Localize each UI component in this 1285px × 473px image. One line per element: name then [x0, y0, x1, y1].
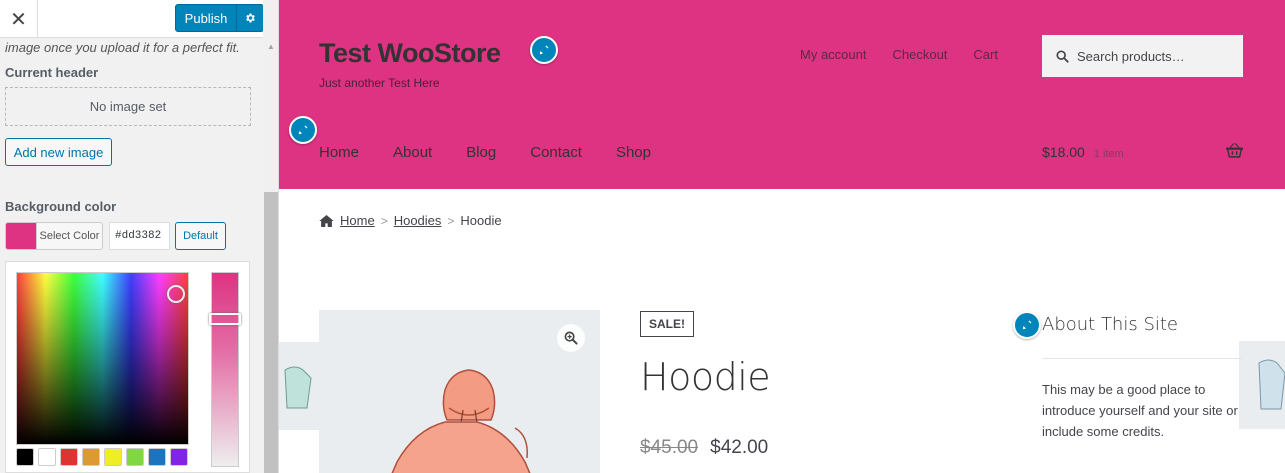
palette-color-swatch[interactable] — [170, 448, 188, 466]
nav-link-my-account[interactable]: My account — [800, 47, 866, 62]
product-image[interactable] — [319, 310, 600, 473]
add-new-image-button[interactable]: Add new image — [5, 138, 112, 166]
color-picker — [5, 261, 250, 473]
zoom-icon[interactable] — [557, 324, 585, 352]
hex-color-input[interactable]: #dd3382 — [109, 222, 170, 250]
scrollbar-thumb[interactable] — [264, 192, 278, 473]
product-price: $45.00 $42.00 — [640, 437, 768, 459]
widget-text: This may be a good place to introduce yo… — [1042, 382, 1238, 439]
gear-icon[interactable] — [237, 12, 263, 24]
sidebar-scrollbar[interactable]: ▲ — [263, 0, 278, 473]
header-image-placeholder: No image set — [5, 87, 251, 126]
menu-item-home[interactable]: Home — [319, 144, 359, 161]
home-icon — [319, 214, 334, 227]
hue-slider-handle[interactable] — [209, 313, 241, 325]
widget-divider — [1042, 358, 1243, 359]
customizer-sidebar: ✕ Publish image once you upload it for a… — [0, 0, 279, 473]
publish-label[interactable]: Publish — [176, 11, 236, 26]
menu-item-about[interactable]: About — [393, 144, 432, 161]
primary-navigation: Home About Blog Contact Shop — [319, 144, 685, 161]
sale-badge: SALE! — [640, 311, 694, 337]
widget-title: About This Site — [1042, 314, 1179, 335]
nav-link-checkout[interactable]: Checkout — [892, 47, 947, 62]
saturation-overlay — [17, 273, 188, 444]
site-header: Test WooStore Just another Test Here My … — [279, 0, 1285, 189]
menu-item-blog[interactable]: Blog — [466, 144, 496, 161]
header-image-description: image once you upload it for a perfect f… — [5, 40, 240, 55]
product-title: Hoodie — [640, 355, 771, 399]
color-palette — [16, 448, 188, 466]
cart-count[interactable]: 1 item — [1094, 148, 1124, 160]
cart-amount[interactable]: $18.00 — [1042, 144, 1085, 160]
palette-color-swatch[interactable] — [82, 448, 100, 466]
product-search-input[interactable]: Search products… — [1042, 35, 1243, 77]
current-header-label: Current header — [5, 65, 99, 80]
close-button[interactable]: ✕ — [0, 0, 38, 38]
menu-item-shop[interactable]: Shop — [616, 144, 651, 161]
select-color-label[interactable]: Select Color — [36, 223, 102, 249]
breadcrumb-current: Hoodie — [460, 213, 502, 228]
regular-price: $45.00 — [640, 437, 699, 458]
select-color-button[interactable]: Select Color — [5, 222, 103, 250]
hue-slider[interactable] — [209, 272, 241, 467]
edit-title-pencil-icon[interactable] — [530, 36, 558, 64]
basket-icon[interactable] — [1226, 143, 1243, 163]
palette-color-swatch[interactable] — [148, 448, 166, 466]
site-tagline: Just another Test Here — [319, 76, 440, 90]
search-placeholder: Search products… — [1077, 48, 1185, 64]
breadcrumb: Home > Hoodies > Hoodie — [319, 213, 502, 228]
breadcrumb-separator-icon: > — [447, 213, 455, 228]
menu-item-contact[interactable]: Contact — [530, 144, 582, 161]
site-preview: Test WooStore Just another Test Here My … — [279, 0, 1285, 473]
customizer-header: ✕ Publish — [0, 0, 264, 38]
background-color-label: Background color — [5, 199, 117, 214]
default-color-button[interactable]: Default — [175, 222, 226, 250]
saturation-area[interactable] — [16, 272, 189, 445]
breadcrumb-home[interactable]: Home — [340, 213, 375, 228]
publish-button[interactable]: Publish — [175, 4, 264, 32]
palette-color-swatch[interactable] — [126, 448, 144, 466]
palette-color-swatch[interactable] — [38, 448, 56, 466]
edit-widget-pencil-icon[interactable] — [1013, 311, 1041, 339]
secondary-navigation: My account Checkout Cart — [800, 47, 998, 62]
header-cart[interactable]: $18.00 1 item — [1042, 144, 1124, 160]
palette-color-swatch[interactable] — [60, 448, 78, 466]
sale-price: $42.00 — [710, 437, 769, 458]
current-color-swatch[interactable] — [6, 223, 36, 249]
palette-color-swatch[interactable] — [104, 448, 122, 466]
edit-menu-pencil-icon[interactable] — [289, 116, 317, 144]
breadcrumb-hoodies[interactable]: Hoodies — [394, 213, 442, 228]
previous-product-thumbnail[interactable] — [279, 342, 323, 430]
breadcrumb-separator-icon: > — [380, 213, 388, 228]
site-title[interactable]: Test WooStore — [319, 38, 501, 69]
saturation-handle[interactable] — [167, 285, 185, 303]
palette-color-swatch[interactable] — [16, 448, 34, 466]
nav-link-cart[interactable]: Cart — [973, 47, 998, 62]
next-product-thumbnail[interactable] — [1239, 341, 1285, 429]
no-image-text: No image set — [89, 99, 167, 114]
search-icon — [1056, 49, 1069, 63]
scroll-up-arrow-icon[interactable]: ▲ — [263, 38, 278, 54]
